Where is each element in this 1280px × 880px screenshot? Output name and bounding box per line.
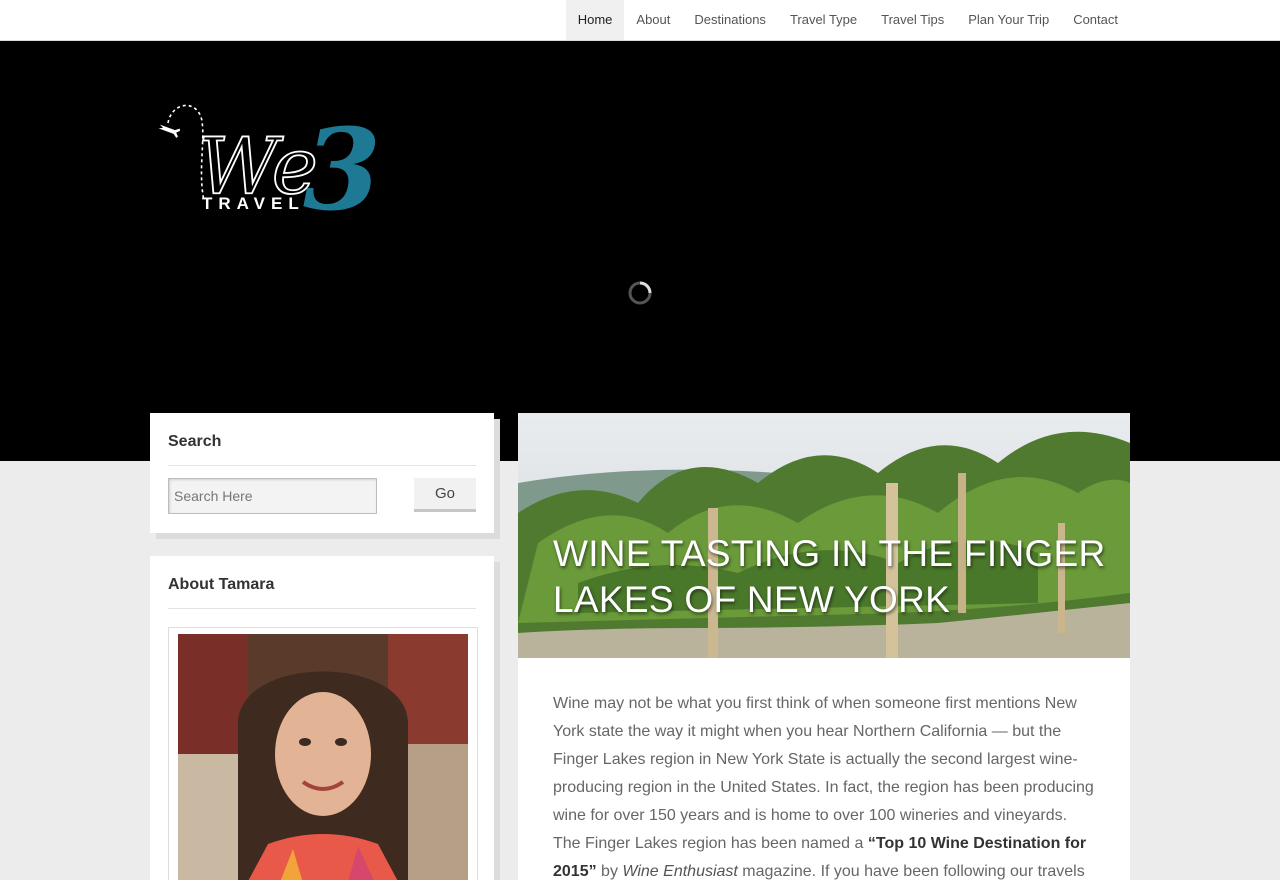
nav-item-destinations[interactable]: Destinations: [682, 0, 778, 40]
post-title[interactable]: WINE TASTING IN THE FINGER LAKES OF NEW …: [553, 531, 1113, 623]
svg-text:TRAVEL: TRAVEL: [202, 194, 305, 213]
nav-item-home[interactable]: Home: [565, 0, 625, 40]
hero-banner: We 3 TRAVEL: [0, 41, 1280, 461]
nav-item-contact[interactable]: Contact: [1061, 0, 1130, 40]
post-featured-image[interactable]: WINE TASTING IN THE FINGER LAKES OF NEW …: [518, 413, 1130, 658]
nav-item-about[interactable]: About: [624, 0, 682, 40]
svg-text:3: 3: [303, 105, 380, 221]
nav-item-travel-tips[interactable]: Travel Tips: [869, 0, 956, 40]
main-menu: Home About Destinations Travel Type Trav…: [565, 0, 1130, 40]
spinner-icon: [628, 281, 652, 305]
nav-item-travel-type[interactable]: Travel Type: [778, 0, 869, 40]
airplane-icon: [158, 124, 181, 139]
excerpt-magazine-name: Wine Enthusiast: [622, 863, 738, 880]
search-input[interactable]: [168, 478, 377, 514]
top-navigation: Home About Destinations Travel Type Trav…: [0, 0, 1280, 41]
search-go-button[interactable]: Go: [414, 478, 476, 512]
excerpt-text-1: Wine may not be what you first think of …: [553, 695, 1094, 852]
search-widget-title: Search: [168, 433, 476, 466]
about-widget-title: About Tamara: [168, 576, 476, 609]
author-photo-frame: [168, 627, 478, 880]
post-excerpt: Wine may not be what you first think of …: [553, 690, 1098, 880]
search-form: Go: [168, 478, 476, 518]
about-widget: About Tamara: [150, 556, 494, 880]
author-photo: [178, 634, 468, 880]
featured-post: WINE TASTING IN THE FINGER LAKES OF NEW …: [518, 413, 1130, 880]
excerpt-text-2: by: [596, 863, 623, 880]
nav-item-plan-your-trip[interactable]: Plan Your Trip: [956, 0, 1061, 40]
site-logo[interactable]: We 3 TRAVEL: [158, 91, 380, 221]
search-widget: Search Go: [150, 413, 494, 533]
